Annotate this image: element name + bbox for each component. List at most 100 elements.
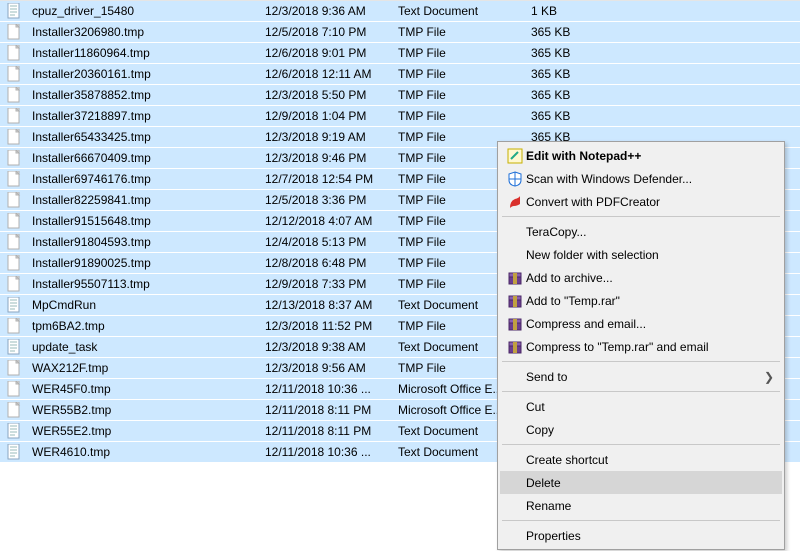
menu-item-label: New folder with selection — [526, 248, 774, 262]
file-date: 12/7/2018 12:54 PM — [261, 172, 394, 186]
menu-item[interactable]: Send to❯ — [500, 365, 782, 388]
menu-item[interactable]: Delete — [500, 471, 782, 494]
file-size: 365 KB — [527, 109, 675, 123]
file-name: MpCmdRun — [28, 298, 261, 312]
menu-item[interactable]: Compress and email... — [500, 312, 782, 335]
file-icon — [0, 339, 28, 355]
pdfcreator-icon — [504, 194, 526, 210]
file-icon — [0, 297, 28, 313]
file-name: Installer91890025.tmp — [28, 256, 261, 270]
file-icon — [0, 171, 28, 187]
file-icon — [0, 66, 28, 82]
file-type: TMP File — [394, 109, 527, 123]
defender-icon — [504, 171, 526, 187]
file-date: 12/3/2018 11:52 PM — [261, 319, 394, 333]
file-date: 12/8/2018 6:48 PM — [261, 256, 394, 270]
menu-item-label: Send to — [526, 370, 762, 384]
winrar-icon — [504, 293, 526, 309]
file-icon — [0, 381, 28, 397]
submenu-arrow-icon: ❯ — [762, 370, 774, 384]
file-row[interactable]: Installer20360161.tmp12/6/2018 12:11 AMT… — [0, 64, 800, 85]
file-icon — [0, 129, 28, 145]
file-icon — [0, 213, 28, 229]
file-name: cpuz_driver_15480 — [28, 4, 261, 18]
menu-item[interactable]: Scan with Windows Defender... — [500, 167, 782, 190]
menu-item-label: Create shortcut — [526, 453, 774, 467]
menu-item[interactable]: Properties — [500, 524, 782, 547]
file-date: 12/11/2018 10:36 ... — [261, 445, 394, 459]
file-name: WER55B2.tmp — [28, 403, 261, 417]
file-date: 12/11/2018 8:11 PM — [261, 403, 394, 417]
file-date: 12/9/2018 1:04 PM — [261, 109, 394, 123]
file-row[interactable]: cpuz_driver_1548012/3/2018 9:36 AMText D… — [0, 1, 800, 22]
file-icon — [0, 45, 28, 61]
file-row[interactable]: Installer35878852.tmp12/3/2018 5:50 PMTM… — [0, 85, 800, 106]
file-type: TMP File — [394, 67, 527, 81]
file-date: 12/5/2018 3:36 PM — [261, 193, 394, 207]
file-icon — [0, 87, 28, 103]
menu-item[interactable]: Rename — [500, 494, 782, 517]
file-icon — [0, 24, 28, 40]
menu-separator — [502, 444, 780, 445]
menu-item[interactable]: Cut — [500, 395, 782, 418]
notepadpp-icon — [504, 148, 526, 164]
winrar-icon — [504, 270, 526, 286]
file-name: Installer3206980.tmp — [28, 25, 261, 39]
file-date: 12/12/2018 4:07 AM — [261, 214, 394, 228]
file-name: Installer66670409.tmp — [28, 151, 261, 165]
file-icon — [0, 150, 28, 166]
winrar-icon — [504, 316, 526, 332]
file-icon — [0, 234, 28, 250]
file-name: Installer95507113.tmp — [28, 277, 261, 291]
menu-item[interactable]: Edit with Notepad++ — [500, 144, 782, 167]
file-icon — [0, 423, 28, 439]
file-date: 12/3/2018 9:56 AM — [261, 361, 394, 375]
file-name: update_task — [28, 340, 261, 354]
file-name: tpm6BA2.tmp — [28, 319, 261, 333]
file-icon — [0, 3, 28, 19]
file-icon — [0, 360, 28, 376]
file-icon — [0, 318, 28, 334]
file-type: TMP File — [394, 46, 527, 60]
file-row[interactable]: Installer37218897.tmp12/9/2018 1:04 PMTM… — [0, 106, 800, 127]
file-icon — [0, 276, 28, 292]
menu-item[interactable]: Add to archive... — [500, 266, 782, 289]
menu-item[interactable]: Copy — [500, 418, 782, 441]
menu-item[interactable]: Compress to "Temp.rar" and email — [500, 335, 782, 358]
menu-item-label: Scan with Windows Defender... — [526, 172, 774, 186]
menu-item-label: Cut — [526, 400, 774, 414]
file-row[interactable]: Installer11860964.tmp12/6/2018 9:01 PMTM… — [0, 43, 800, 64]
file-date: 12/6/2018 12:11 AM — [261, 67, 394, 81]
menu-item-label: Add to archive... — [526, 271, 774, 285]
file-row[interactable]: Installer3206980.tmp12/5/2018 7:10 PMTMP… — [0, 22, 800, 43]
menu-item-label: Properties — [526, 529, 774, 543]
file-date: 12/3/2018 9:46 PM — [261, 151, 394, 165]
menu-item[interactable]: Add to "Temp.rar" — [500, 289, 782, 312]
file-type: Text Document — [394, 4, 527, 18]
menu-item-label: Edit with Notepad++ — [526, 149, 774, 163]
file-date: 12/11/2018 8:11 PM — [261, 424, 394, 438]
file-type: TMP File — [394, 25, 527, 39]
file-name: WAX212F.tmp — [28, 361, 261, 375]
file-date: 12/4/2018 5:13 PM — [261, 235, 394, 249]
file-name: Installer69746176.tmp — [28, 172, 261, 186]
file-icon — [0, 255, 28, 271]
menu-item[interactable]: TeraCopy... — [500, 220, 782, 243]
menu-separator — [502, 361, 780, 362]
menu-item-label: Delete — [526, 476, 774, 490]
menu-item-label: Rename — [526, 499, 774, 513]
file-size: 365 KB — [527, 67, 675, 81]
file-date: 12/9/2018 7:33 PM — [261, 277, 394, 291]
file-date: 12/3/2018 9:36 AM — [261, 4, 394, 18]
menu-item[interactable]: New folder with selection — [500, 243, 782, 266]
file-date: 12/5/2018 7:10 PM — [261, 25, 394, 39]
menu-item-label: Add to "Temp.rar" — [526, 294, 774, 308]
menu-item[interactable]: Convert with PDFCreator — [500, 190, 782, 213]
menu-item-label: TeraCopy... — [526, 225, 774, 239]
menu-item[interactable]: Create shortcut — [500, 448, 782, 471]
menu-separator — [502, 216, 780, 217]
file-name: Installer35878852.tmp — [28, 88, 261, 102]
menu-separator — [502, 391, 780, 392]
file-name: WER55E2.tmp — [28, 424, 261, 438]
file-name: WER45F0.tmp — [28, 382, 261, 396]
